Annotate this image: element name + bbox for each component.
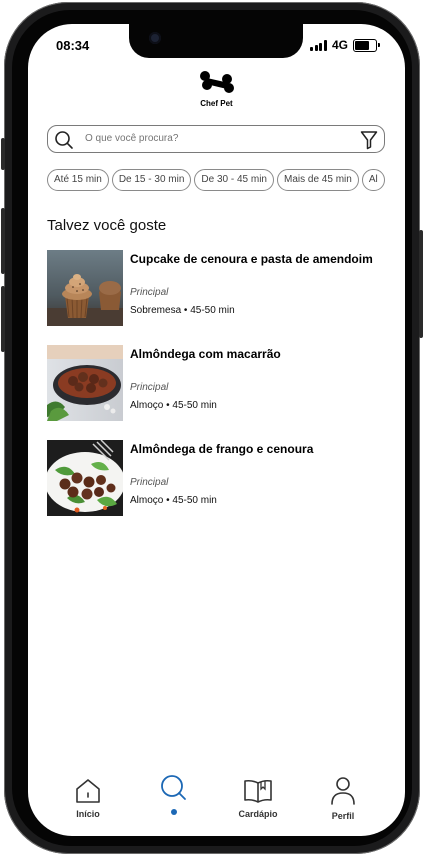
- filter-chip[interactable]: Al: [361, 169, 385, 191]
- recipe-category: Principal: [130, 477, 169, 488]
- app-name: Chef Pet: [200, 99, 233, 108]
- filter-chip[interactable]: Mais de 45 min: [277, 169, 359, 191]
- filter-chip[interactable]: De 30 - 45 min: [194, 169, 274, 191]
- filter-chip[interactable]: Até 15 min: [47, 169, 109, 191]
- nav-home-label: Início: [76, 809, 100, 819]
- filter-chip[interactable]: De 15 - 30 min: [111, 169, 192, 191]
- mute-switch: [1, 138, 5, 170]
- chicken-meatballs-photo: [47, 440, 123, 516]
- nav-profile[interactable]: Perfil: [327, 776, 359, 821]
- section-title: Talvez você goste: [47, 217, 167, 234]
- app-logo: Chef Pet: [28, 70, 405, 108]
- recipe-title: Almôndega com macarrão: [130, 347, 281, 361]
- bottom-nav: Início Cardápio Perfil: [28, 766, 405, 836]
- recipe-card-meatballs-pasta[interactable]: Almôndega com macarrão Principal Almoço …: [47, 345, 387, 421]
- volume-up-button: [1, 208, 5, 274]
- search-bar[interactable]: [47, 125, 385, 153]
- time-filter-chips: Até 15 min De 15 - 30 min De 30 - 45 min Ma…: [47, 169, 385, 191]
- network-type: 4G: [331, 38, 348, 52]
- recipe-category: Principal: [130, 287, 169, 298]
- recipe-meta: Sobremesa • 45-50 min: [130, 305, 235, 316]
- bone-icon: [199, 71, 234, 93]
- phone-frame: 08:34 4G Chef Pet O que você procura? At…: [1, 2, 423, 854]
- nav-profile-label: Perfil: [331, 811, 355, 821]
- search-input[interactable]: [85, 133, 335, 144]
- camera-icon: [149, 32, 161, 44]
- screen: 08:34 4G Chef Pet O que você procura? At…: [28, 24, 405, 836]
- nav-search[interactable]: [156, 774, 192, 815]
- status-indicators: 4G: [310, 38, 380, 52]
- book-icon: [244, 779, 272, 803]
- volume-down-button: [1, 286, 5, 352]
- recipe-title: Almôndega de frango e cenoura: [130, 442, 314, 456]
- recipe-card-chicken-meatballs[interactable]: Almôndega de frango e cenoura Principal …: [47, 440, 387, 516]
- cupcake-photo: [47, 250, 123, 326]
- active-indicator: [171, 809, 177, 815]
- filter-icon[interactable]: [360, 130, 378, 150]
- home-icon: [76, 779, 100, 803]
- battery-icon: [353, 38, 380, 52]
- meatballs-pasta-photo: [47, 345, 123, 421]
- nav-home[interactable]: Início: [68, 778, 108, 819]
- recipe-card-cupcake[interactable]: Cupcake de cenoura e pasta de amendoim P…: [47, 250, 387, 326]
- nav-menu-label: Cardápio: [238, 809, 278, 819]
- search-icon: [161, 775, 186, 800]
- recipe-meta: Almoço • 45-50 min: [130, 495, 217, 506]
- recipe-meta: Almoço • 45-50 min: [130, 400, 217, 411]
- search-icon: [55, 131, 73, 149]
- power-button: [419, 230, 423, 338]
- status-time: 08:34: [56, 38, 90, 53]
- nav-menu[interactable]: Cardápio: [233, 778, 283, 819]
- recipe-title: Cupcake de cenoura e pasta de amendoim: [130, 252, 373, 266]
- notch: [129, 24, 303, 58]
- signal-icon: [310, 39, 327, 51]
- recipe-category: Principal: [130, 382, 169, 393]
- user-icon: [331, 777, 355, 805]
